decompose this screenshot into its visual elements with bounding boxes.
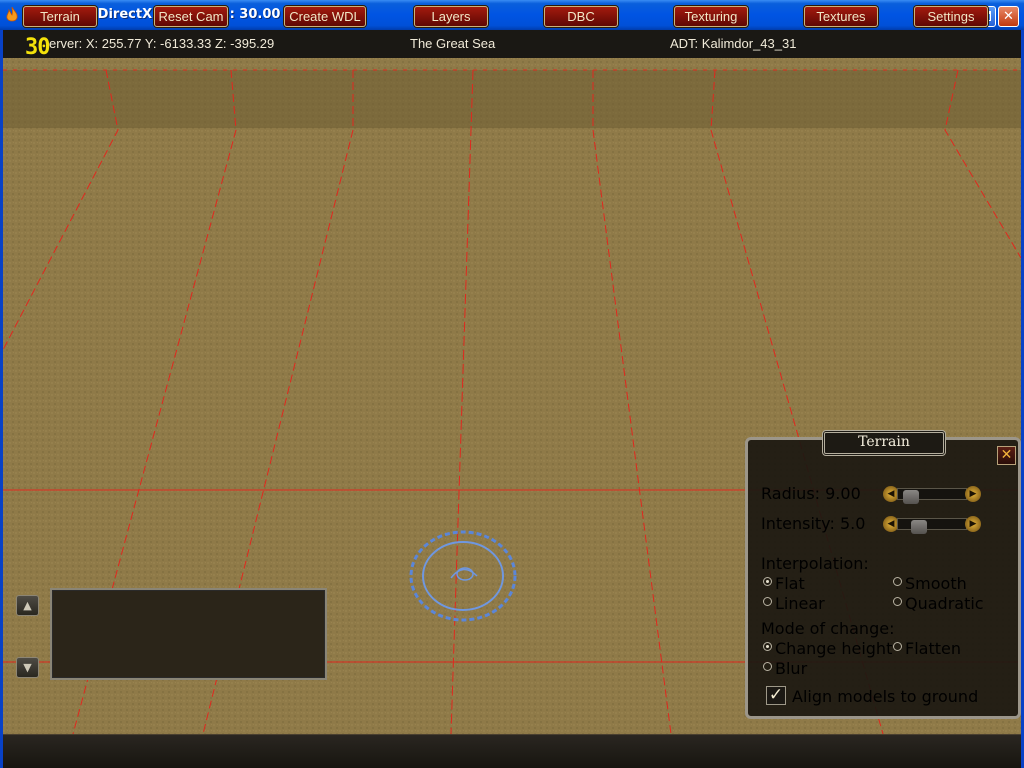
radio-quadratic-label[interactable]: Quadratic	[905, 594, 984, 613]
slider-right-arrow-icon[interactable]: ▶	[965, 516, 981, 532]
terrain-horizon-band	[3, 70, 1021, 128]
slider-track[interactable]	[897, 488, 967, 504]
slider-track[interactable]	[897, 518, 967, 534]
mode-label: Mode of change:	[761, 619, 895, 638]
create-wdl-button[interactable]: Create WDL	[284, 6, 366, 27]
zone-name: The Great Sea	[410, 36, 496, 51]
radio-flat[interactable]	[763, 577, 772, 586]
radio-smooth[interactable]	[893, 577, 902, 586]
close-icon: ✕	[1000, 447, 1013, 463]
align-models-label[interactable]: Align models to ground	[792, 687, 978, 706]
radio-smooth-label[interactable]: Smooth	[905, 574, 967, 593]
radio-flatten-label[interactable]: Flatten	[905, 639, 961, 658]
close-icon: ✕	[1003, 9, 1014, 24]
panel-close-button[interactable]: ✕	[997, 446, 1016, 465]
slider-thumb[interactable]	[903, 490, 919, 504]
texturing-button[interactable]: Texturing	[674, 6, 748, 27]
terrain-panel-title[interactable]: Terrain	[822, 430, 946, 456]
intensity-label: Intensity: 5.0	[761, 514, 866, 533]
coordinates-readout: erver: X: 255.77 Y: -6133.33 Z: -395.29	[49, 36, 275, 51]
dbc-button[interactable]: DBC	[544, 6, 618, 27]
fps-counter: 30	[25, 35, 50, 60]
radio-change-height[interactable]	[763, 642, 772, 651]
radio-flatten[interactable]	[893, 642, 902, 651]
chat-scroll-up-button[interactable]: ▲	[16, 595, 39, 616]
radius-label: Radius: 9.00	[761, 484, 861, 503]
arrow-down-icon: ▼	[23, 661, 32, 674]
intensity-slider[interactable]: ◀ ▶	[883, 516, 981, 534]
checkmark-icon: ✓	[768, 685, 784, 705]
status-bar: 30 erver: X: 255.77 Y: -6133.33 Z: -395.…	[3, 30, 1021, 60]
align-models-checkbox[interactable]: ✓	[766, 686, 786, 705]
radio-flat-label[interactable]: Flat	[775, 574, 805, 593]
radio-linear-label[interactable]: Linear	[775, 594, 825, 613]
reset-cam-button[interactable]: Reset Cam	[154, 6, 228, 27]
radio-blur-label[interactable]: Blur	[775, 659, 807, 678]
radio-quadratic[interactable]	[893, 597, 902, 606]
radio-change-height-label[interactable]: Change height	[775, 639, 892, 658]
radio-blur[interactable]	[763, 662, 772, 671]
chat-log[interactable]	[50, 588, 327, 680]
radius-slider[interactable]: ◀ ▶	[883, 486, 981, 504]
interpolation-label: Interpolation:	[761, 554, 869, 573]
arrow-up-icon: ▲	[23, 599, 32, 612]
bottom-toolbar	[3, 734, 1021, 768]
layers-button[interactable]: Layers	[414, 6, 488, 27]
textures-button[interactable]: Textures	[804, 6, 878, 27]
adt-name: ADT: Kalimdor_43_31	[670, 36, 797, 51]
radio-linear[interactable]	[763, 597, 772, 606]
chat-scroll-down-button[interactable]: ▼	[16, 657, 39, 678]
slider-right-arrow-icon[interactable]: ▶	[965, 486, 981, 502]
close-button[interactable]: ✕	[998, 6, 1019, 27]
settings-button[interactable]: Settings	[914, 6, 988, 27]
flame-icon	[6, 7, 18, 22]
slider-thumb[interactable]	[911, 520, 927, 534]
terrain-button[interactable]: Terrain	[23, 6, 97, 27]
